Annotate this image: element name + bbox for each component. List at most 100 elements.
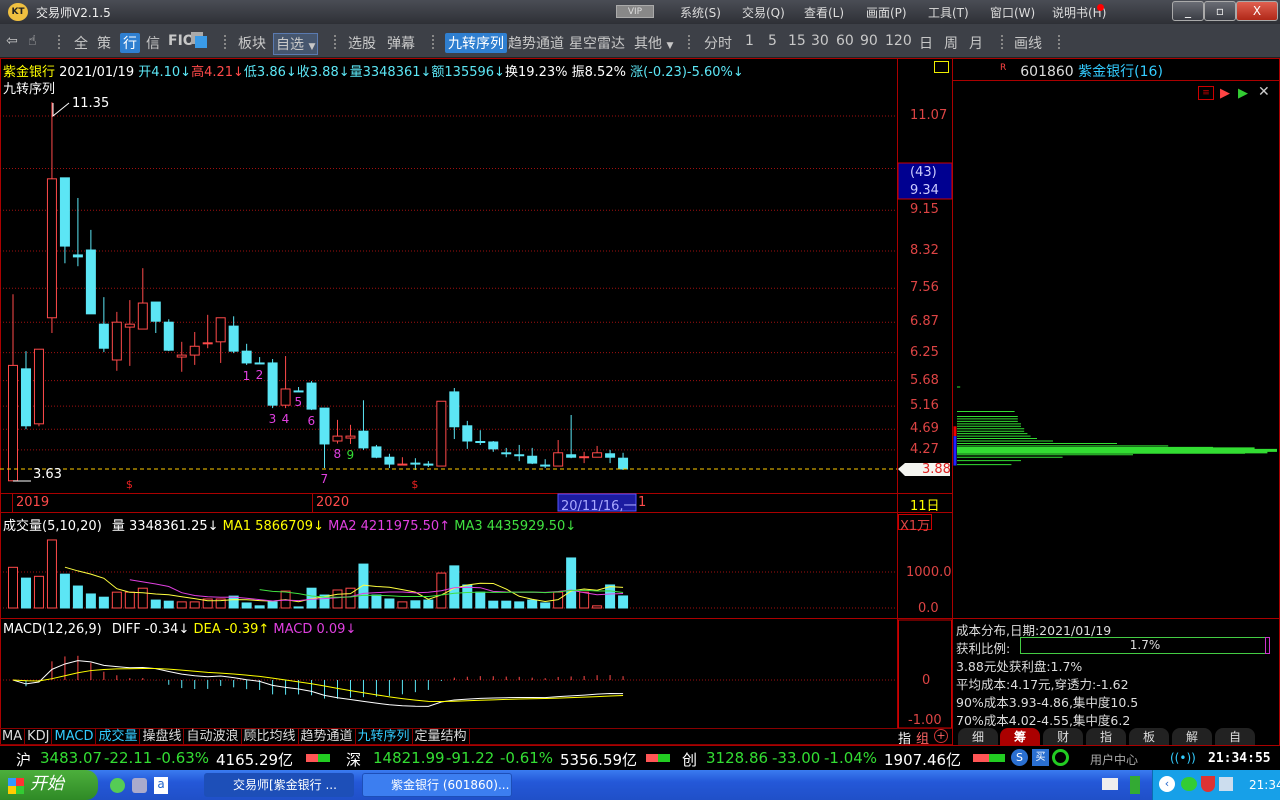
- candle-body: [176, 354, 187, 358]
- volume-title: 成交量(5,10,20): [3, 519, 102, 534]
- tray-time: 21:34: [1249, 778, 1280, 792]
- candle-body: [423, 463, 434, 466]
- profit-ratio-bar: 1.7%: [1020, 637, 1270, 654]
- volume-bar: [488, 600, 499, 609]
- rtab-explain[interactable]: 解: [1172, 728, 1212, 745]
- price-axis-label: 9.15: [910, 202, 939, 218]
- ie-icon[interactable]: [132, 778, 147, 793]
- rtab-custom[interactable]: 自: [1215, 728, 1255, 745]
- close-price: 收3.88↓: [296, 65, 350, 80]
- task-jiaoyishi[interactable]: 交易师[紫金银行 ...: [204, 773, 354, 797]
- refresh-icon[interactable]: [1052, 749, 1069, 766]
- candle-body: [215, 317, 226, 343]
- rtab-board[interactable]: 板: [1129, 728, 1169, 745]
- candle: [345, 424, 356, 444]
- candle-body: [436, 400, 447, 467]
- app-a-icon[interactable]: a: [154, 777, 168, 794]
- tab-kdj[interactable]: KDJ: [25, 729, 53, 744]
- clock: 21:34:55: [1208, 751, 1271, 766]
- td-count-mark: 5: [294, 395, 303, 410]
- cost-70-line: 70%成本4.02-4.55,集中度6.2: [956, 713, 1131, 728]
- volume-bar: [8, 566, 18, 609]
- candle: [384, 453, 395, 469]
- window-toggle-icon[interactable]: [934, 61, 949, 73]
- candle: [72, 197, 83, 267]
- price-axis-label: 5.68: [910, 372, 939, 388]
- volume-bar: [59, 573, 70, 609]
- tab-trend-channel[interactable]: 趋势通道: [299, 729, 356, 744]
- tab-trading-line[interactable]: 操盘线: [140, 729, 185, 744]
- rtab-chips[interactable]: 筹: [1000, 728, 1040, 745]
- keyboard-icon[interactable]: [1102, 778, 1118, 790]
- tab-auto-wave[interactable]: 自动波浪: [184, 729, 242, 744]
- task-browser[interactable]: 紫金银行 (601860)...: [362, 773, 512, 797]
- network-icon[interactable]: [1219, 777, 1233, 791]
- volume-bar: [98, 596, 109, 609]
- candle: [267, 359, 278, 409]
- browser-icon[interactable]: [110, 778, 125, 793]
- candle-body: [501, 452, 512, 455]
- buy-icon[interactable]: 买: [1032, 749, 1049, 766]
- candle: [137, 268, 148, 330]
- tab-td-sequential[interactable]: 九转序列: [356, 729, 413, 744]
- tab-quant-structure[interactable]: 定量结构: [413, 729, 470, 744]
- wechat-icon[interactable]: [1181, 777, 1197, 791]
- candle-body: [358, 430, 369, 449]
- candle-body: [8, 364, 18, 482]
- candle-body: [605, 453, 616, 458]
- candle-body: [124, 323, 135, 328]
- cy-name: 创: [682, 751, 698, 769]
- candle-body: [488, 441, 499, 450]
- candle: [371, 444, 382, 459]
- candle: [397, 457, 408, 466]
- candle: [618, 452, 629, 470]
- profit-ratio-value: 1.7%: [1129, 638, 1161, 652]
- red-flag-icon[interactable]: ▶: [1220, 86, 1230, 101]
- candle-body: [449, 391, 460, 428]
- volume-bar: [462, 584, 473, 609]
- candle: [319, 407, 330, 469]
- volume-bar: [46, 539, 57, 609]
- volume-bar: [137, 587, 148, 609]
- chip-list-icon[interactable]: ≡: [1198, 86, 1214, 100]
- candle: [592, 445, 603, 458]
- s-icon[interactable]: S: [1011, 749, 1028, 766]
- rtab-index[interactable]: 指: [1086, 728, 1126, 745]
- tab-volume[interactable]: 成交量: [96, 729, 141, 744]
- green-flag-icon[interactable]: ▶: [1238, 86, 1248, 101]
- add-indicator-button[interactable]: +: [934, 729, 948, 743]
- volume-ma1-line: [64, 566, 624, 603]
- volume-bar: [111, 591, 122, 609]
- user-center-link[interactable]: 用户中心: [1090, 751, 1138, 768]
- profit-ratio-fill: [1265, 637, 1270, 654]
- volume-bar: [254, 605, 265, 609]
- rtab-finance[interactable]: 财: [1043, 728, 1083, 745]
- usb-icon[interactable]: [1130, 776, 1140, 794]
- indicator-button[interactable]: 指: [898, 728, 911, 747]
- security-icon[interactable]: [1201, 776, 1215, 792]
- high-price: 高4.21↓: [191, 65, 244, 80]
- group-button[interactable]: 组: [916, 728, 929, 747]
- tray-expand-icon[interactable]: ‹: [1159, 776, 1175, 792]
- cursor-date-tail: 1: [638, 495, 647, 510]
- candle: [475, 430, 486, 445]
- volume-bar: [475, 591, 486, 609]
- volume-bar: [540, 602, 551, 609]
- flag-r: R: [1000, 63, 1007, 74]
- candle-body: [371, 446, 382, 458]
- macd-diff-line: [12, 660, 624, 707]
- price-axis-label: 4.69: [910, 421, 939, 437]
- rtab-detail[interactable]: 细: [958, 728, 998, 745]
- candle-body: [137, 302, 148, 330]
- cursor-price: 9.34: [910, 183, 939, 198]
- tab-ma[interactable]: MA: [0, 729, 26, 744]
- candle-body: [579, 456, 590, 459]
- tools-icon[interactable]: ✕: [1258, 84, 1270, 100]
- candle-body: [553, 452, 564, 467]
- candle-body: [202, 342, 213, 345]
- sh-breadth-icon: [306, 754, 330, 762]
- candle: [163, 319, 174, 352]
- tab-macd[interactable]: MACD: [52, 729, 97, 744]
- candle: [254, 357, 265, 365]
- tab-gmma[interactable]: 顾比均线: [242, 729, 299, 744]
